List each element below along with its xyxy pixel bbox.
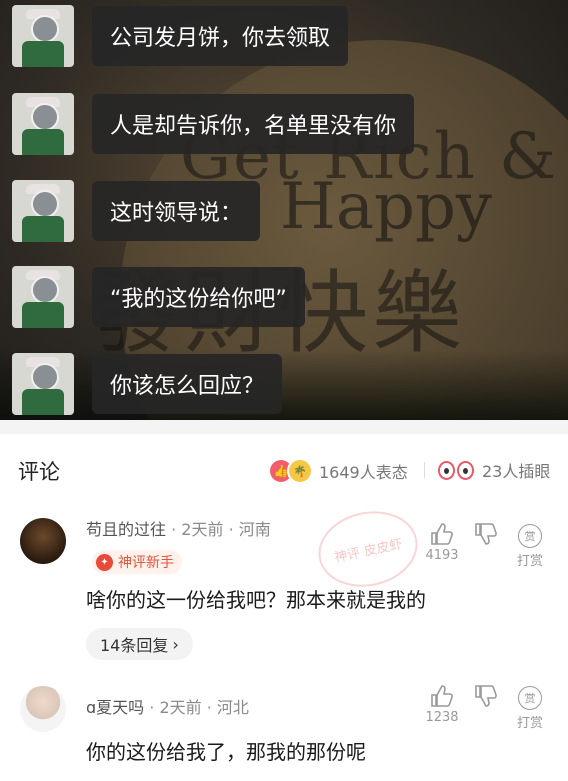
comment-item: ɑ夏天吗 · 2天前 · 河北 你的这份给我了，那我的那份呢 1238 赏 打赏 [0, 672, 568, 781]
eye-icon [438, 460, 455, 480]
like-button[interactable]: 1238 [420, 684, 464, 725]
author-name[interactable]: 苟且的过往 [86, 520, 166, 539]
chat-bubble: 你该怎么回应？ [92, 354, 283, 414]
palm-reaction-icon: 🌴 [287, 458, 313, 484]
thumbs-up-icon [431, 523, 453, 545]
chat-message: 公司发月饼，你去领取 [12, 4, 349, 68]
thumbs-down-icon [475, 685, 497, 707]
coin-icon: 赏 [518, 686, 542, 710]
chevron-right-icon: › [172, 634, 179, 654]
avatar [12, 353, 74, 415]
like-button[interactable]: 4193 [420, 522, 464, 563]
status-badge[interactable]: ✦ 神评新手 [92, 550, 182, 574]
eye-icon [457, 460, 474, 480]
medal-icon: ✦ [96, 553, 113, 571]
comment-time: 2天前 [159, 698, 202, 717]
avatar[interactable] [20, 686, 66, 732]
chat-bubble: 人是却告诉你，名单里没有你 [92, 94, 415, 154]
thumbs-down-icon [475, 523, 497, 545]
chat-bubble: 公司发月饼，你去领取 [92, 6, 349, 66]
replies-button[interactable]: 14条回复 › [86, 628, 193, 660]
like-count: 1238 [425, 710, 459, 725]
avatar [12, 180, 74, 242]
avatar [12, 93, 74, 155]
chat-bubble: 这时领导说： [92, 181, 261, 241]
reactions-count: 1649人表态 [319, 463, 408, 482]
chat-message: “我的这份给你吧” [12, 265, 305, 329]
chat-message: 你该怎么回应？ [12, 352, 283, 416]
comment-location: 河北 [216, 698, 249, 717]
tip-button[interactable]: 赏 打赏 [508, 686, 552, 731]
dislike-button[interactable] [464, 522, 508, 548]
comments-header: 评论 👍 🌴 1649人表态 23人插眼 [0, 448, 568, 492]
divider [424, 462, 425, 478]
tip-label: 打赏 [516, 554, 543, 569]
avatar [12, 266, 74, 328]
comments-title: 评论 [18, 460, 60, 484]
reactions-summary[interactable]: 👍 🌴 1649人表态 [270, 458, 408, 484]
section-divider [0, 420, 568, 434]
peek-summary[interactable]: 23人插眼 [438, 458, 550, 482]
background-text-2: Happy [280, 170, 493, 244]
comment-meta: ɑ夏天吗 · 2天前 · 河北 [86, 698, 249, 717]
chat-message: 人是却告诉你，名单里没有你 [12, 92, 415, 156]
avatar[interactable] [20, 518, 66, 564]
thumbs-up-icon [431, 685, 453, 707]
comment-text: 啥你的这一份给我吧？那本来就是我的 [86, 588, 426, 612]
badge-label: 神评新手 [118, 555, 174, 571]
comment-meta: 苟且的过往 · 2天前 · 河南 [86, 520, 271, 539]
comment-item: 苟且的过往 · 2天前 · 河南 ✦ 神评新手 啥你的这一份给我吧？那本来就是我… [0, 500, 568, 670]
comment-time: 2天前 [181, 520, 224, 539]
comment-location: 河南 [238, 520, 271, 539]
coin-icon: 赏 [518, 524, 542, 548]
peek-count: 23人插眼 [482, 462, 551, 481]
comment-text: 你的这份给我了，那我的那份呢 [86, 740, 366, 764]
like-count: 4193 [425, 548, 459, 563]
chat-message: 这时领导说： [12, 179, 261, 243]
meme-image[interactable]: Get Rich & Happy 發財快樂 公司发月饼，你去领取 人是却告诉你，… [0, 0, 568, 420]
author-name[interactable]: 夏天吗 [96, 698, 144, 717]
chat-bubble: “我的这份给你吧” [92, 267, 305, 327]
avatar [12, 5, 74, 67]
tip-label: 打赏 [516, 716, 543, 731]
replies-label: 14条回复 [100, 636, 169, 655]
dislike-button[interactable] [464, 684, 508, 710]
tip-button[interactable]: 赏 打赏 [508, 524, 552, 569]
